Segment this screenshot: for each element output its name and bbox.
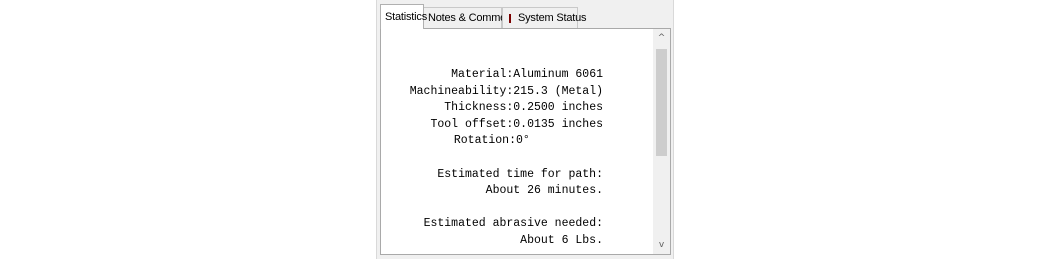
stat-value: 0.2500 inches [513, 101, 603, 115]
chevron-up-icon: ^ [657, 33, 666, 43]
stat-label: Tool offset: [430, 117, 514, 131]
vertical-scrollbar[interactable]: ^ v [653, 29, 670, 254]
time-estimate-heading: Estimated time for path: [437, 167, 603, 181]
statistics-panel: Statistics Notes & Comments System Statu… [376, 0, 674, 259]
stat-row-material: Material: Aluminum 6061 [381, 67, 603, 84]
tab-system-status-label: System Status [518, 12, 587, 24]
tab-statistics-label: Statistics [385, 11, 428, 23]
stat-label: Rotation: [453, 134, 516, 148]
tab-strip: Statistics Notes & Comments System Statu… [377, 4, 673, 29]
scroll-up-button[interactable]: ^ [653, 30, 670, 46]
statistics-content: Material: Aluminum 6061 Machineability: 21… [380, 28, 671, 255]
stat-row-rotation: Rotation: 0° [381, 133, 603, 150]
tab-statistics[interactable]: Statistics [380, 4, 428, 29]
tab-system-status[interactable]: System Status [502, 7, 587, 28]
stat-value: Aluminum 6061 [513, 68, 603, 81]
chevron-down-icon: v [658, 240, 665, 250]
stat-label: Material: [451, 68, 514, 81]
abrasive-estimate-value: About 6 Lbs. [520, 233, 603, 247]
stat-row-thickness: Thickness: 0.2500 inches [381, 100, 603, 117]
abrasive-estimate-heading: Estimated abrasive needed: [423, 217, 603, 231]
stat-row-tool-offset: Tool offset: 0.0135 inches [381, 117, 603, 134]
status-indicator-icon [509, 13, 511, 23]
stats-text: Material: Aluminum 6061 Machineability: 21… [381, 67, 603, 250]
stat-value: 0.0135 inches [513, 117, 603, 131]
time-estimate-value: About 26 minutes. [485, 184, 603, 198]
stat-value: 215.3 (Metal) [513, 84, 603, 98]
scrollbar-thumb[interactable] [656, 49, 667, 156]
tab-notes-comments[interactable]: Notes & Comments [423, 7, 520, 28]
stat-row-machineability: Machineability: 215.3 (Metal) [381, 84, 603, 101]
stat-value: 0° [516, 134, 530, 148]
scroll-down-button[interactable]: v [653, 237, 670, 253]
stat-label: Thickness: [444, 101, 514, 115]
stat-label: Machineability: [409, 84, 514, 98]
